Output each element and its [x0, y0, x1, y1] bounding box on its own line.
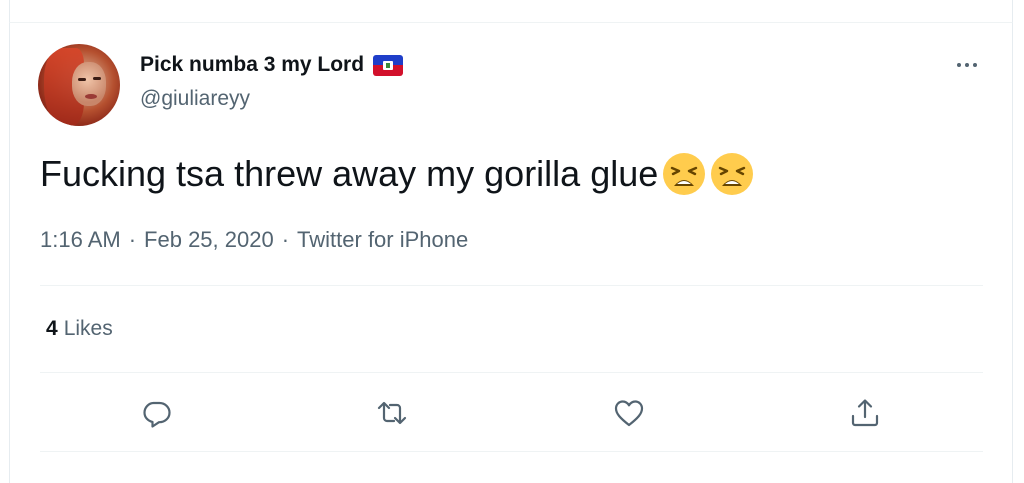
avatar-eye: [93, 77, 101, 80]
likes-label: Likes: [63, 317, 113, 340]
weary-face-emoji-icon: [710, 152, 754, 196]
tweet-source[interactable]: Twitter for iPhone: [297, 227, 468, 252]
tweet-meta: 1:16 AM · Feb 25, 2020 · Twitter for iPhone: [40, 227, 468, 253]
divider: [40, 372, 983, 373]
tweet-screenshot: Pick numba 3 my Lord @giuliareyy Fucking…: [0, 0, 1024, 483]
tweet-date[interactable]: Feb 25, 2020: [144, 227, 274, 252]
likes-count: 4: [46, 317, 58, 340]
avatar-eye: [78, 78, 86, 81]
heart-icon: [614, 400, 644, 427]
share-button[interactable]: [847, 395, 883, 431]
retweet-icon: [377, 401, 407, 425]
avatar[interactable]: [38, 44, 120, 126]
card-top-edge: [9, 0, 1013, 22]
retweet-button[interactable]: [374, 395, 410, 431]
tweet-time[interactable]: 1:16 AM: [40, 227, 121, 252]
meta-separator: ·: [281, 227, 290, 252]
divider: [40, 451, 983, 452]
share-icon: [851, 399, 879, 427]
avatar-face: [72, 62, 106, 106]
display-name[interactable]: Pick numba 3 my Lord: [140, 53, 404, 77]
avatar-lips: [85, 94, 97, 99]
weary-face-emoji-icon: [662, 152, 706, 196]
haiti-flag-icon: [373, 54, 404, 76]
more-options-icon[interactable]: [950, 52, 984, 78]
meta-separator: ·: [128, 227, 137, 252]
user-handle[interactable]: @giuliareyy: [140, 87, 250, 111]
display-name-text[interactable]: Pick numba 3 my Lord: [140, 53, 364, 77]
like-button[interactable]: [611, 395, 647, 431]
divider: [40, 285, 983, 286]
likes-stat[interactable]: 4 Likes: [46, 317, 113, 341]
reply-button[interactable]: [139, 395, 175, 431]
tweet-body: Fucking tsa threw away my gorilla glue: [40, 151, 754, 197]
reply-icon: [143, 401, 171, 428]
tweet-text: Fucking tsa threw away my gorilla glue: [40, 153, 659, 194]
